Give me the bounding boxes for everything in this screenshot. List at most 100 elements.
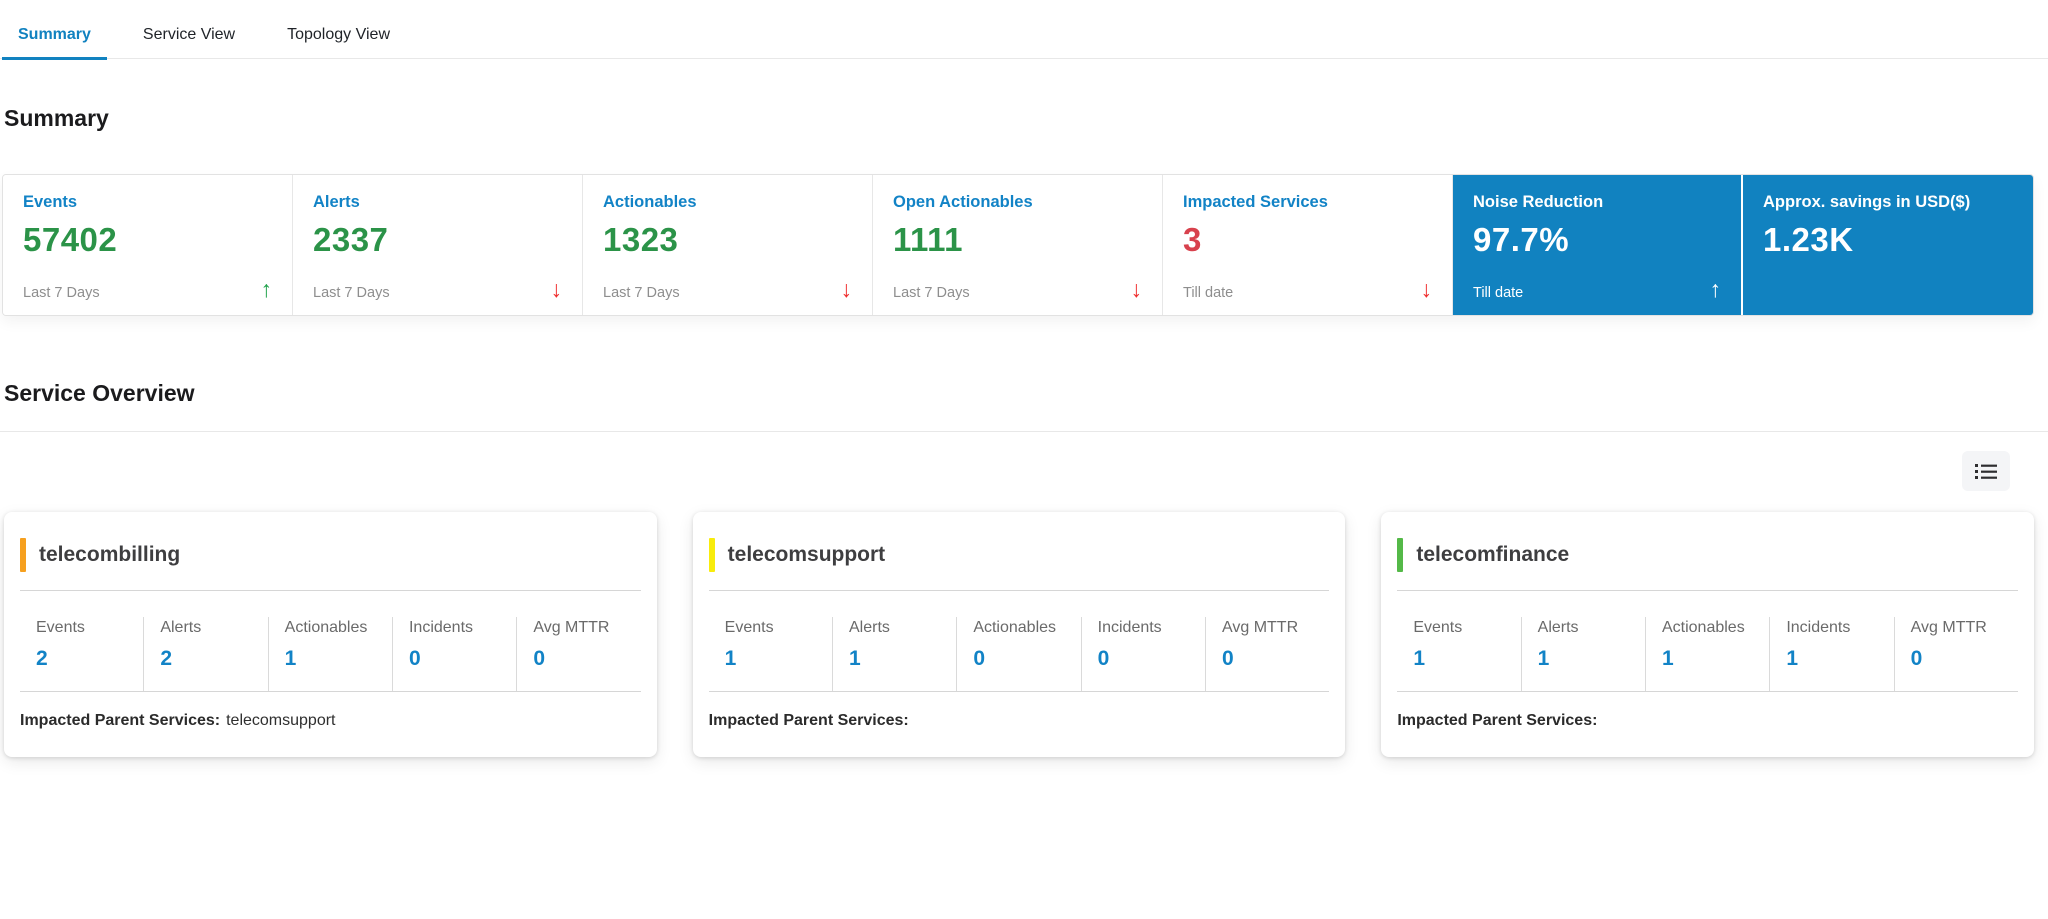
stat-label: Incidents	[1786, 619, 1851, 636]
list-bullets-icon	[1974, 461, 1998, 481]
stat-events: Events 1	[709, 617, 832, 691]
stat-value: 1	[1661, 647, 1674, 670]
stat-alerts: Alerts 1	[1520, 617, 1645, 691]
stat-avg-mttr: Avg MTTR 0	[516, 617, 640, 691]
kpi-value: 1.23K	[1763, 221, 1854, 258]
stat-value: 0	[408, 647, 421, 670]
stat-value: 1	[848, 647, 861, 670]
trend-down-icon: ↓	[550, 276, 563, 302]
stat-alerts: Alerts 2	[143, 617, 267, 691]
impacted-parent-services-label: Impacted Parent Services:	[708, 712, 909, 729]
stat-value: 0	[973, 647, 985, 670]
kpi-card-impacted-services: Impacted Services 3 Till date ↓	[1163, 175, 1453, 315]
stat-value: 2	[160, 647, 173, 670]
stat-value: 0	[1097, 647, 1110, 670]
stat-label: Avg MTTR	[533, 619, 610, 636]
stat-label: Actionables	[284, 619, 368, 636]
kpi-value: 2337	[313, 221, 389, 258]
service-accent-bar	[708, 538, 715, 572]
stat-incidents: Incidents 1	[1769, 617, 1893, 691]
service-accent-bar	[1397, 538, 1404, 572]
stat-incidents: Incidents 0	[1080, 617, 1205, 691]
stat-value: 1	[1786, 647, 1798, 670]
kpi-value: 57402	[23, 221, 118, 258]
kpi-value: 1111	[893, 221, 963, 258]
stat-events: Events 2	[20, 617, 143, 691]
stat-label: Events	[1413, 619, 1463, 636]
kpi-value: 97.7%	[1473, 221, 1570, 258]
stat-events: Events 1	[1397, 617, 1520, 691]
kpi-value: 3	[1183, 221, 1202, 258]
stat-value: 0	[1221, 647, 1234, 670]
stat-actionables: Actionables 1	[267, 617, 392, 691]
kpi-period: Till date	[1473, 285, 1524, 301]
trend-down-icon: ↓	[840, 276, 853, 302]
stat-avg-mttr: Avg MTTR 0	[1204, 617, 1329, 691]
kpi-title: Events	[23, 193, 78, 211]
stat-actionables: Actionables 1	[1644, 617, 1769, 691]
kpi-summary-row: Events 57402 Last 7 Days ↑ Alerts 2337 L…	[2, 174, 2034, 316]
trend-down-icon: ↓	[1130, 276, 1143, 302]
list-view-button[interactable]	[1962, 451, 2010, 491]
stat-label: Alerts	[160, 619, 202, 636]
stat-value: 1	[724, 647, 737, 670]
service-accent-bar	[20, 538, 26, 572]
stat-value: 0	[1910, 647, 1923, 670]
kpi-card-actionables: Actionables 1323 Last 7 Days ↓	[583, 175, 873, 315]
service-overview-heading: Service Overview	[4, 380, 195, 406]
kpi-period: Last 7 Days	[603, 285, 680, 301]
kpi-period: Till date	[1183, 285, 1234, 301]
kpi-period: Last 7 Days	[313, 285, 390, 301]
trend-up-icon: ↑	[1709, 276, 1722, 302]
stat-label: Avg MTTR	[1221, 619, 1299, 636]
service-title: telecomfinance	[1416, 543, 1570, 566]
kpi-title: Actionables	[603, 193, 697, 211]
stat-label: Incidents	[1097, 619, 1162, 636]
stat-label: Events	[724, 619, 774, 636]
tab-topology-view[interactable]: Topology View	[271, 14, 406, 60]
service-card-telecombilling[interactable]: telecombilling Events 2 Alerts 2 Actiona…	[4, 512, 657, 757]
kpi-card-open-actionables: Open Actionables 1111 Last 7 Days ↓	[873, 175, 1163, 315]
stat-avg-mttr: Avg MTTR 0	[1893, 617, 2018, 691]
stat-label: Actionables	[973, 619, 1057, 636]
tab-summary[interactable]: Summary	[2, 14, 107, 60]
stat-label: Avg MTTR	[1910, 619, 1987, 636]
impacted-parent-services-label: Impacted Parent Services:	[20, 712, 221, 729]
stat-incidents: Incidents 0	[391, 617, 516, 691]
trend-up-icon: ↑	[260, 276, 273, 302]
kpi-value: 1323	[603, 221, 679, 258]
main-content: Summary Events 57402 Last 7 Days ↑ Alert…	[0, 105, 2048, 757]
stat-actionables: Actionables 0	[956, 617, 1080, 691]
kpi-title: Noise Reduction	[1473, 193, 1604, 211]
stat-value: 1	[1537, 647, 1550, 670]
stat-value: 2	[36, 647, 48, 670]
impacted-parent-services-label: Impacted Parent Services:	[1397, 712, 1598, 729]
stat-label: Incidents	[408, 619, 474, 636]
impacted-parent-services-value: telecomsupport	[226, 712, 336, 729]
kpi-title: Alerts	[313, 193, 360, 211]
service-cards-grid: telecombilling Events 2 Alerts 2 Actiona…	[2, 512, 2034, 757]
stat-label: Events	[36, 619, 85, 636]
service-card-telecomsupport[interactable]: telecomsupport Events 1 Alerts 1 Actiona…	[692, 512, 1346, 757]
service-title: telecomsupport	[727, 543, 886, 566]
service-overview-toolbar	[2, 432, 2034, 491]
summary-heading: Summary	[4, 105, 109, 131]
kpi-title: Open Actionables	[893, 193, 1033, 211]
service-card-telecomfinance[interactable]: telecomfinance Events 1 Alerts 1 Actiona…	[1381, 512, 2034, 757]
kpi-card-approx-savings: Approx. savings in USD($) 1.23K	[1743, 175, 2033, 315]
stat-label: Alerts	[848, 619, 890, 636]
kpi-card-alerts: Alerts 2337 Last 7 Days ↓	[293, 175, 583, 315]
stat-value: 1	[1413, 647, 1426, 670]
stat-label: Alerts	[1537, 619, 1579, 636]
kpi-title: Impacted Services	[1183, 193, 1328, 211]
tab-service-view[interactable]: Service View	[127, 14, 251, 60]
kpi-card-noise-reduction: Noise Reduction 97.7% Till date ↑	[1453, 175, 1743, 315]
kpi-period: Last 7 Days	[23, 285, 100, 301]
service-title: telecombilling	[39, 543, 181, 566]
view-tabs: Summary Service View Topology View	[0, 0, 2048, 60]
stat-value: 0	[533, 647, 545, 670]
trend-down-icon: ↓	[1420, 276, 1433, 302]
kpi-card-events: Events 57402 Last 7 Days ↑	[3, 175, 293, 315]
stat-alerts: Alerts 1	[831, 617, 956, 691]
stat-value: 1	[284, 647, 297, 670]
